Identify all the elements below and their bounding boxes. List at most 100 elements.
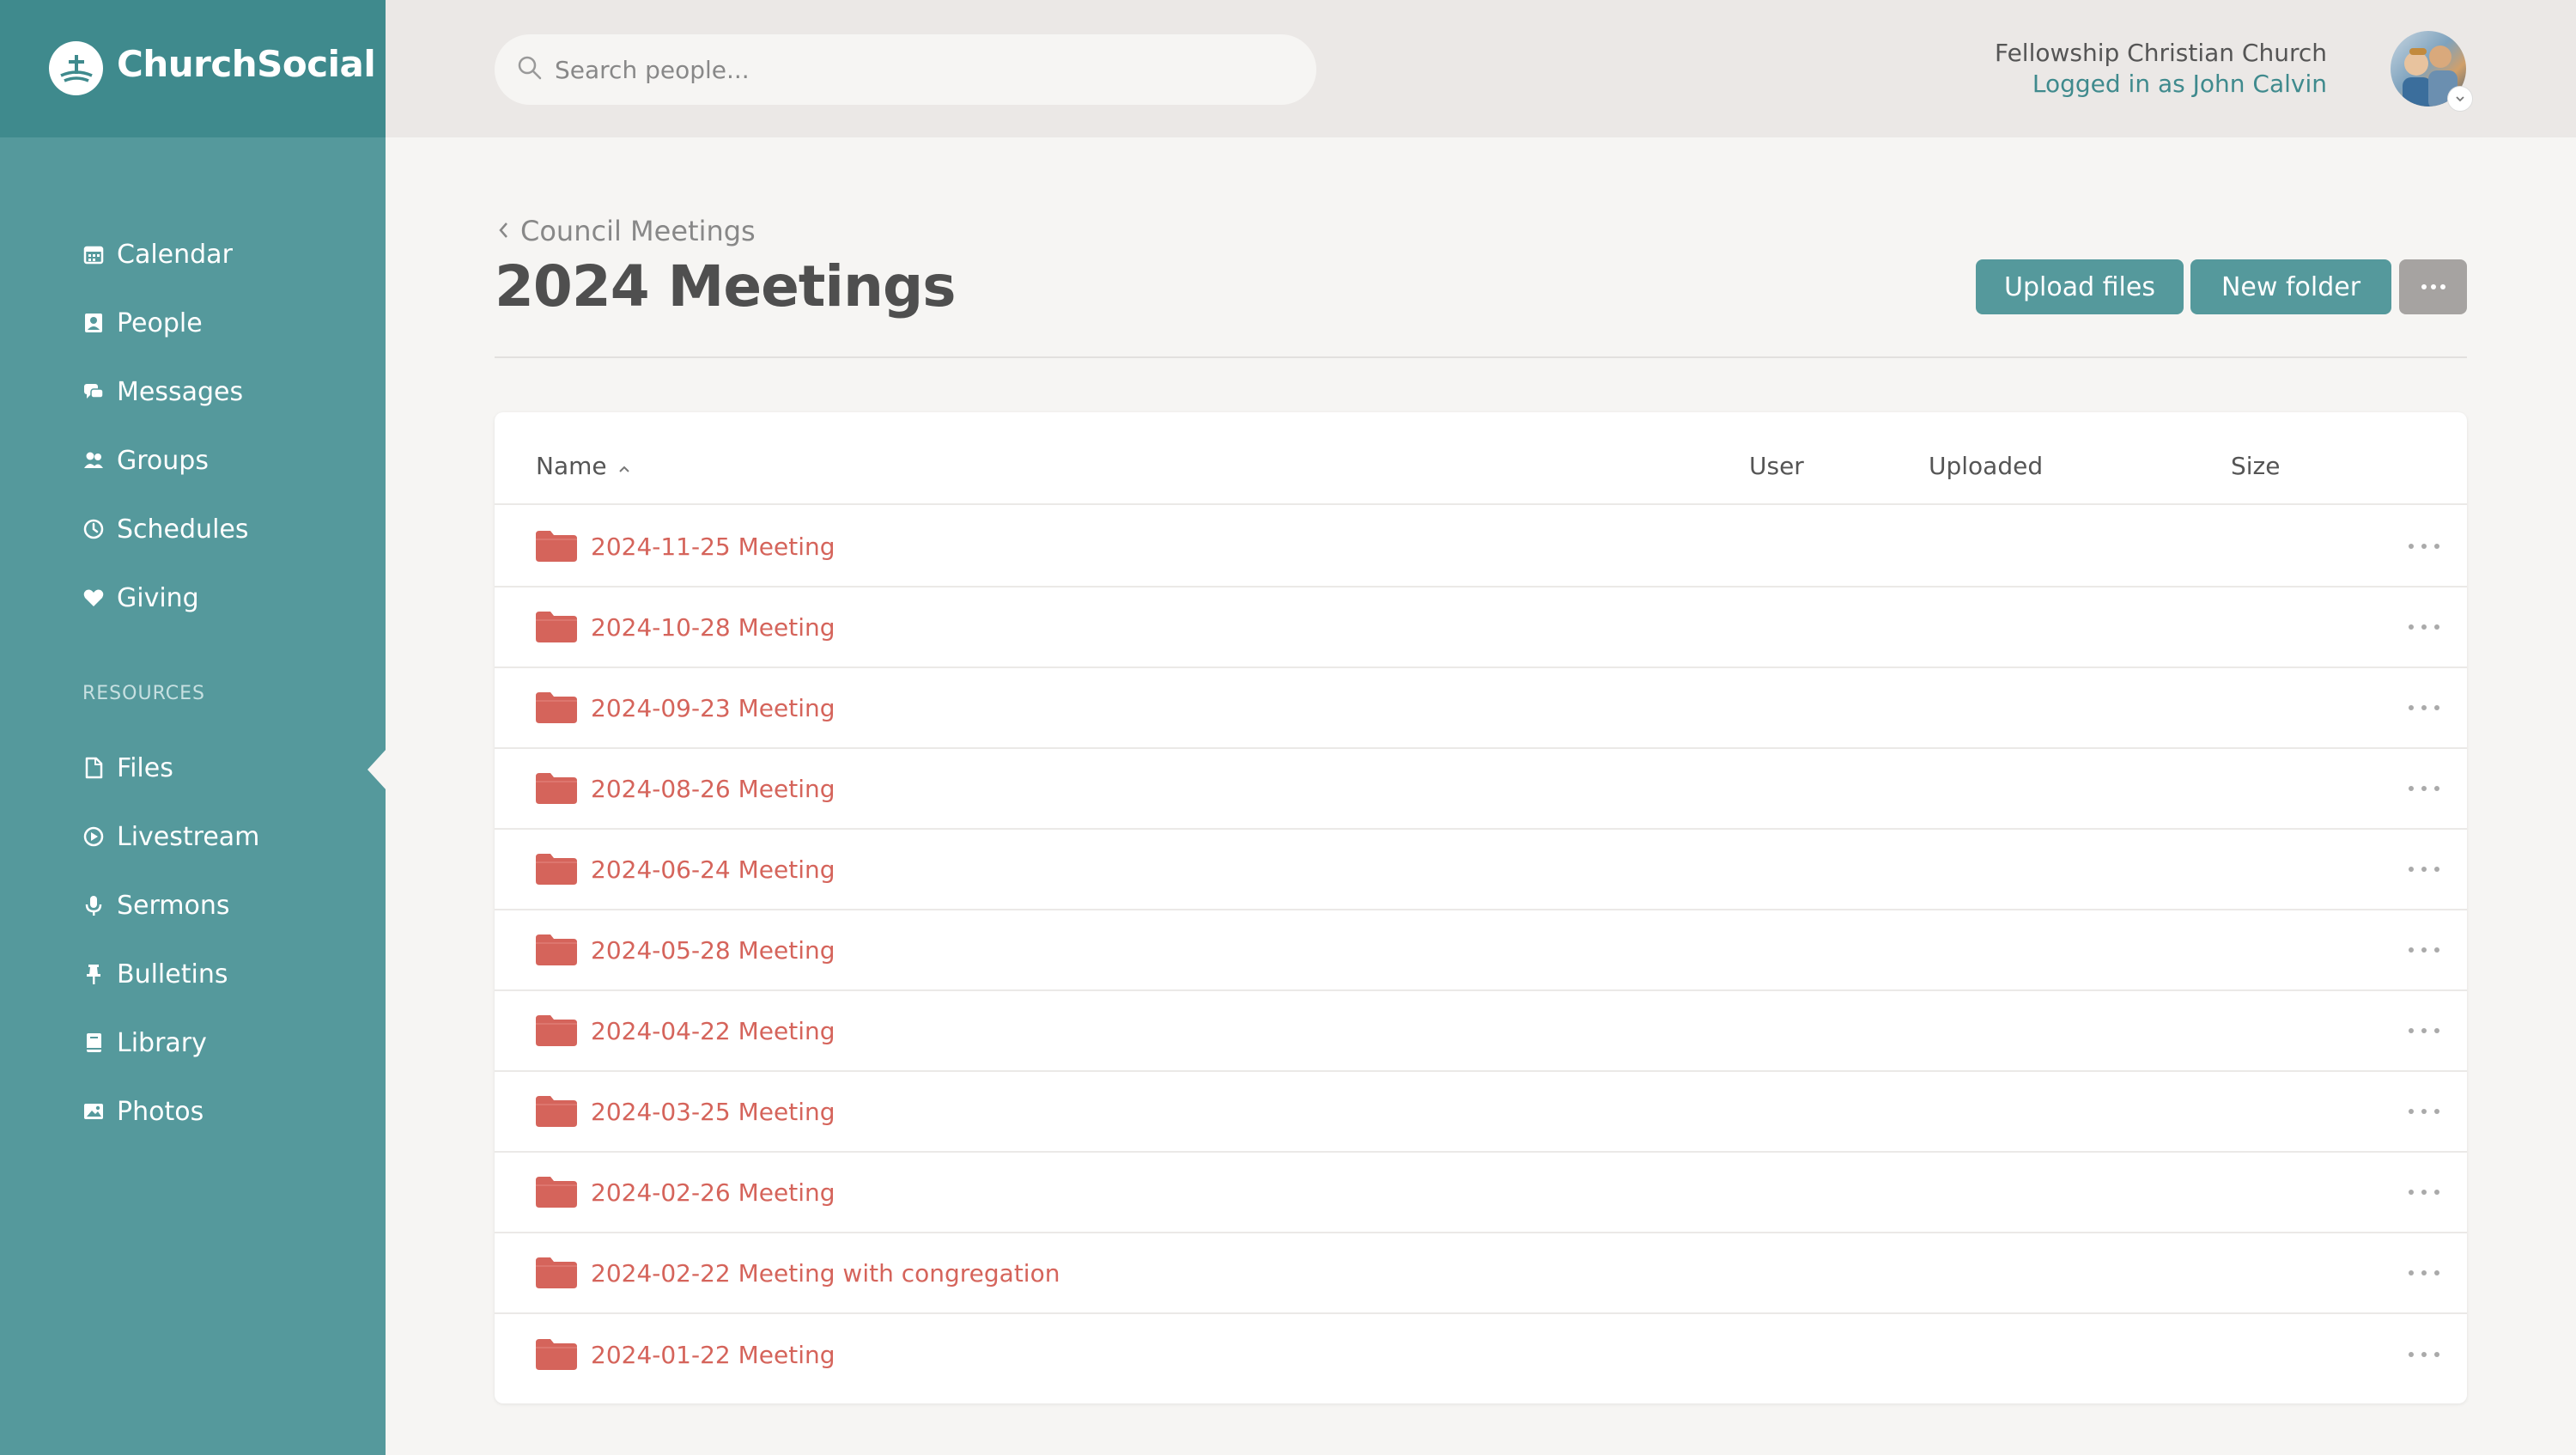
table-row[interactable]: 2024-04-22 Meeting (495, 991, 2467, 1072)
sidebar-item-label: Messages (117, 376, 244, 407)
folder-icon (536, 1257, 577, 1288)
table-header: Name User Uploaded Size (495, 412, 2467, 505)
sidebar-item-groups[interactable]: Groups (82, 439, 209, 482)
sidebar-item-label: Schedules (117, 514, 249, 545)
book-icon (82, 1030, 105, 1056)
row-more-icon[interactable] (2409, 699, 2439, 716)
folder-icon (536, 934, 577, 965)
table-row[interactable]: 2024-10-28 Meeting (495, 587, 2467, 668)
table-row[interactable]: 2024-11-25 Meeting (495, 507, 2467, 587)
active-indicator (368, 749, 386, 790)
row-more-icon[interactable] (2409, 1184, 2439, 1201)
sidebar-item-label: Bulletins (117, 959, 228, 989)
folder-icon (536, 1096, 577, 1127)
row-more-icon[interactable] (2409, 941, 2439, 959)
sidebar-item-files[interactable]: Files (82, 746, 173, 789)
new-folder-button[interactable]: New folder (2190, 259, 2391, 314)
sidebar-item-label: Photos (117, 1096, 204, 1127)
folder-icon (536, 773, 577, 804)
row-more-icon[interactable] (2409, 1103, 2439, 1120)
table-row[interactable]: 2024-09-23 Meeting (495, 668, 2467, 749)
column-header-uploaded[interactable]: Uploaded (1929, 452, 2043, 480)
more-actions-button[interactable] (2399, 259, 2467, 314)
folder-name-link[interactable]: 2024-08-26 Meeting (591, 775, 835, 803)
sort-ascending-icon (617, 452, 631, 480)
upload-files-button[interactable]: Upload files (1976, 259, 2184, 314)
brand-bar[interactable]: ChurchSocial (0, 0, 386, 137)
back-link[interactable]: Council Meetings (496, 215, 756, 247)
sidebar-item-label: People (117, 307, 203, 338)
sidebar-item-livestream[interactable]: Livestream (82, 815, 259, 858)
search-input[interactable] (555, 55, 1285, 84)
folder-icon (536, 1015, 577, 1046)
folder-name-link[interactable]: 2024-04-22 Meeting (591, 1017, 835, 1045)
table-row[interactable]: 2024-06-24 Meeting (495, 830, 2467, 910)
sidebar-item-label: Library (117, 1027, 207, 1058)
table-row[interactable]: 2024-02-26 Meeting (495, 1153, 2467, 1233)
table-row[interactable]: 2024-03-25 Meeting (495, 1072, 2467, 1153)
people-icon (82, 310, 105, 336)
sidebar-item-bulletins[interactable]: Bulletins (82, 953, 228, 995)
org-name: Fellowship Christian Church (1995, 39, 2327, 67)
folder-icon (536, 531, 577, 562)
sidebar-item-label: Sermons (117, 890, 230, 921)
folder-name-link[interactable]: 2024-09-23 Meeting (591, 694, 835, 722)
search-box[interactable] (495, 34, 1316, 105)
folder-name-link[interactable]: 2024-11-25 Meeting (591, 533, 835, 561)
row-more-icon[interactable] (2409, 1346, 2439, 1363)
chevron-down-icon[interactable] (2447, 86, 2473, 112)
sidebar-item-schedules[interactable]: Schedules (82, 508, 249, 551)
logged-in-link[interactable]: Logged in as John Calvin (1995, 69, 2327, 100)
sidebar-item-giving[interactable]: Giving (82, 576, 199, 619)
folder-name-link[interactable]: 2024-03-25 Meeting (591, 1098, 835, 1126)
folder-name-link[interactable]: 2024-02-22 Meeting with congregation (591, 1259, 1060, 1288)
back-link-label: Council Meetings (520, 215, 756, 247)
chevron-left-icon (496, 215, 510, 247)
row-more-icon[interactable] (2409, 1264, 2439, 1281)
table-row[interactable]: 2024-02-22 Meeting with congregation (495, 1233, 2467, 1314)
folder-name-link[interactable]: 2024-05-28 Meeting (591, 936, 835, 965)
pin-icon (82, 961, 105, 987)
file-icon (82, 755, 105, 781)
row-more-icon[interactable] (2409, 780, 2439, 797)
sidebar-item-calendar[interactable]: Calendar (82, 233, 233, 276)
messages-icon (82, 379, 105, 405)
folder-name-link[interactable]: 2024-01-22 Meeting (591, 1341, 835, 1369)
column-header-user[interactable]: User (1749, 452, 1804, 480)
brand-name: ChurchSocial (117, 43, 376, 85)
sidebar-item-label: Calendar (117, 239, 233, 270)
sidebar-item-people[interactable]: People (82, 301, 203, 344)
sidebar-item-photos[interactable]: Photos (82, 1090, 204, 1133)
sidebar: ChurchSocial Calendar People Messages Group… (0, 0, 386, 1455)
search-icon (517, 55, 543, 85)
more-icon (2421, 284, 2445, 289)
row-more-icon[interactable] (2409, 861, 2439, 878)
folder-icon (536, 612, 577, 642)
sidebar-item-label: Livestream (117, 821, 260, 852)
photo-icon (82, 1099, 105, 1124)
resources-section-label: RESOURCES (82, 683, 205, 704)
sidebar-item-label: Giving (117, 582, 199, 613)
page-title: 2024 Meetings (495, 253, 957, 320)
row-more-icon[interactable] (2409, 618, 2439, 636)
folder-name-link[interactable]: 2024-10-28 Meeting (591, 613, 835, 642)
sidebar-item-messages[interactable]: Messages (82, 370, 243, 413)
play-icon (82, 824, 105, 849)
folder-name-link[interactable]: 2024-06-24 Meeting (591, 855, 835, 884)
churchsocial-logo-icon (49, 41, 103, 95)
table-row[interactable]: 2024-05-28 Meeting (495, 910, 2467, 991)
sidebar-item-sermons[interactable]: Sermons (82, 884, 230, 927)
table-row[interactable]: 2024-01-22 Meeting (495, 1314, 2467, 1395)
table-row[interactable]: 2024-08-26 Meeting (495, 749, 2467, 830)
row-more-icon[interactable] (2409, 538, 2439, 555)
folder-name-link[interactable]: 2024-02-26 Meeting (591, 1178, 835, 1207)
sidebar-item-library[interactable]: Library (82, 1021, 207, 1064)
column-label-name: Name (536, 452, 607, 480)
column-header-size[interactable]: Size (2231, 452, 2280, 480)
microphone-icon (82, 892, 105, 918)
row-more-icon[interactable] (2409, 1022, 2439, 1039)
folder-icon (536, 854, 577, 885)
column-header-name[interactable]: Name (536, 452, 631, 480)
clock-icon (82, 516, 105, 542)
folder-icon (536, 1177, 577, 1208)
